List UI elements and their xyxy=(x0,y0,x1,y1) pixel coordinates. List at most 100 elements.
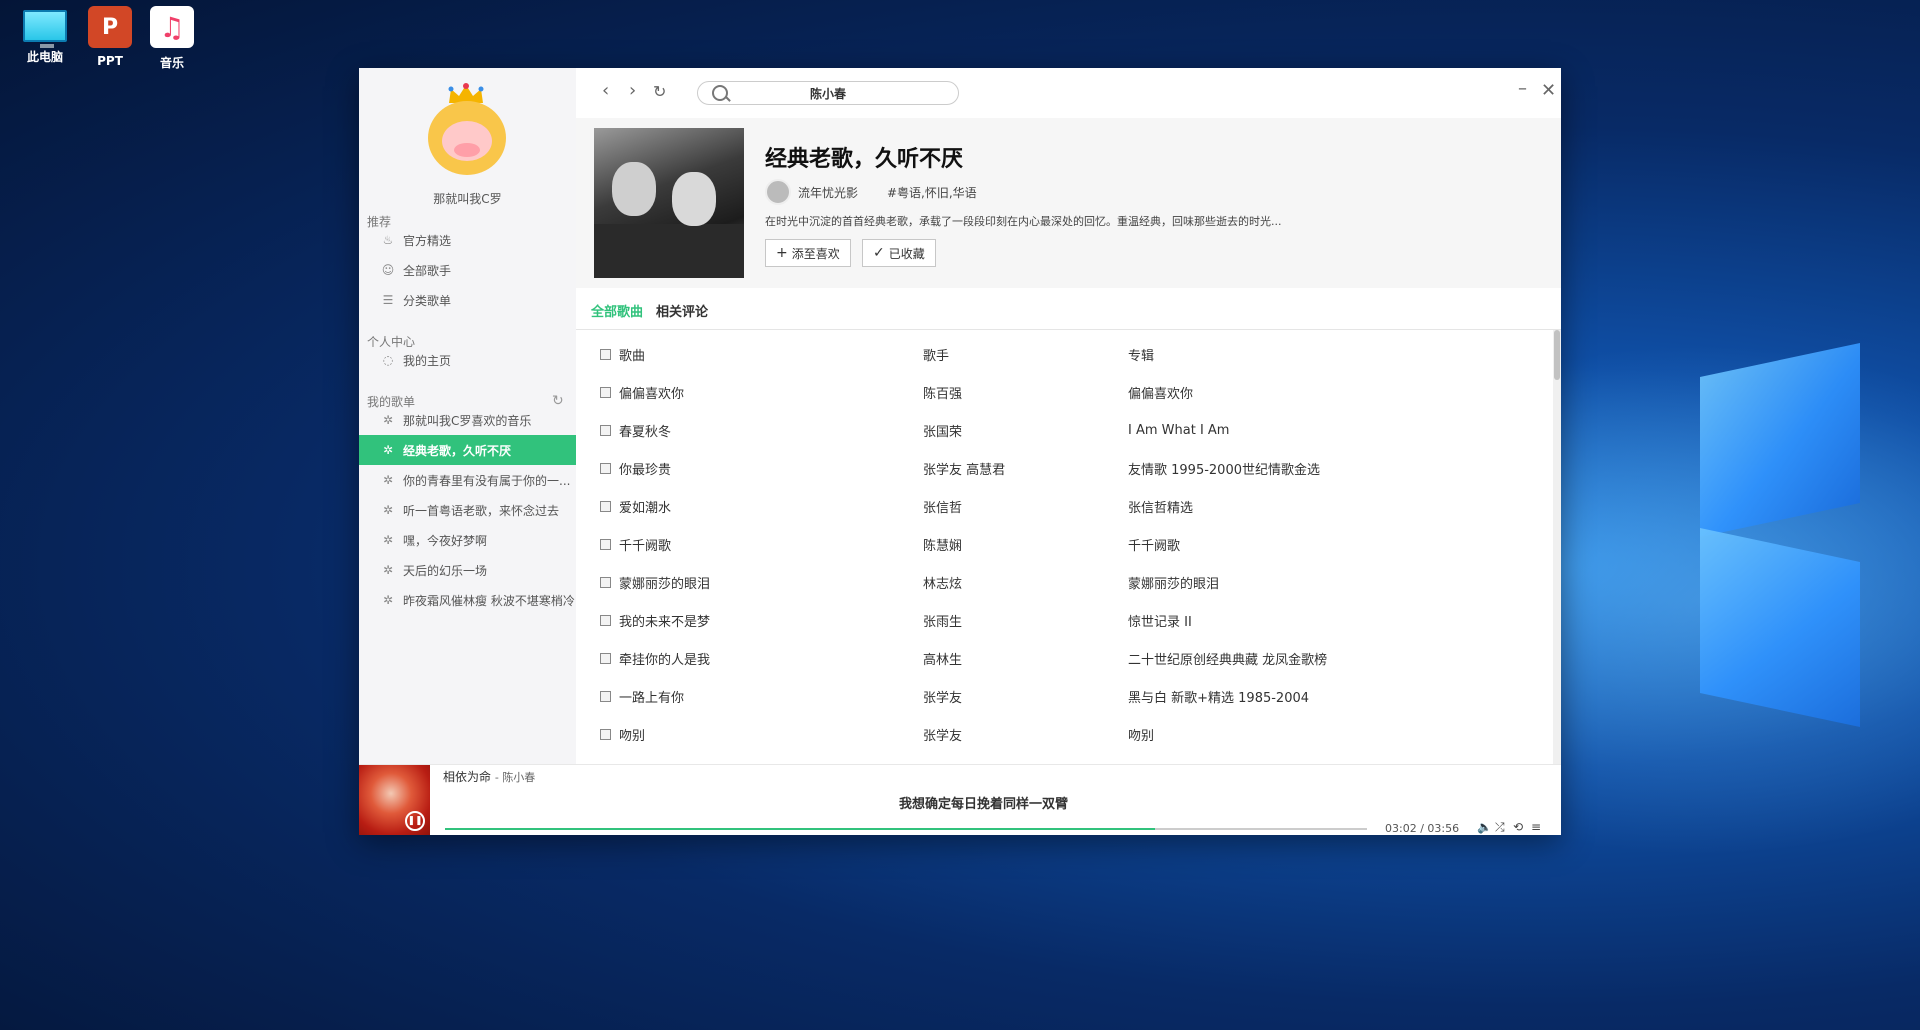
repeat-icon[interactable]: ⟲ xyxy=(1513,820,1523,834)
row-checkbox[interactable] xyxy=(600,386,611,398)
sidebar-item-categories[interactable]: ☰ 分类歌单 xyxy=(359,285,576,315)
row-checkbox[interactable] xyxy=(600,652,611,664)
table-row[interactable]: 春夏秋冬 张国荣 I Am What I Am xyxy=(576,411,1551,449)
artist-cell[interactable]: 张学友 xyxy=(923,687,962,706)
row-checkbox[interactable] xyxy=(600,614,611,626)
progress-bar[interactable] xyxy=(445,828,1367,830)
artist-cell[interactable]: 高林生 xyxy=(923,649,962,668)
row-checkbox[interactable] xyxy=(600,538,611,550)
artist-cell[interactable]: 张学友 高慧君 xyxy=(923,459,1005,478)
song-title-cell[interactable]: 吻别 xyxy=(619,725,645,744)
table-row[interactable]: 吻别 张学友 吻别 xyxy=(576,715,1551,753)
playlist-menu-icon[interactable]: ≡ xyxy=(1531,820,1541,834)
song-title-cell[interactable]: 爱如潮水 xyxy=(619,497,671,516)
progress-fill xyxy=(445,828,1155,830)
pause-icon[interactable]: ❚❚ xyxy=(405,811,425,831)
song-title-cell[interactable]: 蒙娜丽莎的眼泪 xyxy=(619,573,710,592)
sidebar-item-playlist[interactable]: ✲ 听一首粤语老歌，来怀念过去 xyxy=(359,495,576,525)
search-input[interactable] xyxy=(728,86,928,100)
now-playing-artist[interactable]: 陈小春 xyxy=(502,771,535,784)
album-cell[interactable]: 友情歌 1995-2000世纪情歌金选 xyxy=(1128,459,1320,478)
table-row[interactable]: 爱如潮水 张信哲 张信哲精选 xyxy=(576,487,1551,525)
sidebar-item-playlist[interactable]: ✲ 天后的幻乐一场 xyxy=(359,555,576,585)
sidebar-item-my-home[interactable]: ◌ 我的主页 xyxy=(359,345,576,375)
artist-cell[interactable]: 林志炫 xyxy=(923,573,962,592)
song-title-cell[interactable]: 一路上有你 xyxy=(619,687,684,706)
add-favorite-label: 添至喜欢 xyxy=(791,246,840,261)
row-checkbox[interactable] xyxy=(600,576,611,588)
sidebar-item-playlist[interactable]: ✲ 你的青春里有没有属于你的一... xyxy=(359,465,576,495)
collected-label: 已收藏 xyxy=(888,246,925,261)
forward-icon[interactable]: › xyxy=(629,80,636,101)
artist-cell[interactable]: 张雨生 xyxy=(923,611,962,630)
row-checkbox[interactable] xyxy=(600,728,611,740)
add-favorite-button[interactable]: + 添至喜欢 xyxy=(765,239,851,267)
select-all-checkbox[interactable] xyxy=(600,348,611,360)
volume-icon[interactable]: 🔈 xyxy=(1477,820,1492,834)
table-row[interactable]: 偏偏喜欢你 陈百强 偏偏喜欢你 xyxy=(576,373,1551,411)
artist-cell[interactable]: 张国荣 xyxy=(923,421,962,440)
table-row[interactable]: 蒙娜丽莎的眼泪 林志炫 蒙娜丽莎的眼泪 xyxy=(576,563,1551,601)
album-cell[interactable]: 偏偏喜欢你 xyxy=(1128,383,1193,402)
song-title-cell[interactable]: 千千阙歌 xyxy=(619,535,671,554)
desktop-icon-ppt[interactable]: P PPT xyxy=(80,6,140,68)
scrollbar-thumb[interactable] xyxy=(1554,330,1560,380)
column-header-song[interactable]: 歌曲 xyxy=(619,345,645,364)
desktop-icon-computer[interactable]: 此电脑 xyxy=(15,6,75,65)
collected-button[interactable]: ✓ 已收藏 xyxy=(862,239,936,267)
artist-cell[interactable]: 陈慧娴 xyxy=(923,535,962,554)
desktop-icon-music[interactable]: ♫ 音乐 xyxy=(142,6,202,71)
sidebar-item-playlist[interactable]: ✲ 昨夜霜风催林瘦 秋波不堪寒梢冷 xyxy=(359,585,576,615)
playlist-icon: ✲ xyxy=(382,563,394,577)
creator-name[interactable]: 流年忧光影 xyxy=(798,184,858,201)
row-checkbox[interactable] xyxy=(600,462,611,474)
tab-all-songs[interactable]: 全部歌曲 xyxy=(591,301,643,320)
sidebar-item-playlist-active[interactable]: ✲ 经典老歌，久听不厌 xyxy=(359,435,576,465)
sidebar-item-playlist[interactable]: ✲ 嘿，今夜好梦啊 xyxy=(359,525,576,555)
table-row[interactable]: 千千阙歌 陈慧娴 千千阙歌 xyxy=(576,525,1551,563)
reload-icon[interactable]: ↻ xyxy=(653,82,666,101)
sidebar-item-label: 那就叫我C罗喜欢的音乐 xyxy=(403,413,532,428)
table-row[interactable]: 我的未来不是梦 张雨生 惊世记录 II xyxy=(576,601,1551,639)
album-cell[interactable]: 二十世纪原创经典典藏 龙凤金歌榜 xyxy=(1128,649,1327,668)
avatar[interactable] xyxy=(428,83,506,175)
table-row[interactable]: 你最珍贵 张学友 高慧君 友情歌 1995-2000世纪情歌金选 xyxy=(576,449,1551,487)
album-cell[interactable]: 蒙娜丽莎的眼泪 xyxy=(1128,573,1219,592)
album-cell[interactable]: 惊世记录 II xyxy=(1128,611,1192,630)
table-row[interactable]: 一路上有你 张学友 黑与白 新歌+精选 1985-2004 xyxy=(576,677,1551,715)
column-header-artist[interactable]: 歌手 xyxy=(923,345,949,364)
row-checkbox[interactable] xyxy=(600,690,611,702)
tab-comments[interactable]: 相关评论 xyxy=(656,301,708,320)
artist-cell[interactable]: 陈百强 xyxy=(923,383,962,402)
sidebar-item-playlist[interactable]: ✲ 那就叫我C罗喜欢的音乐 xyxy=(359,405,576,435)
song-title-cell[interactable]: 你最珍贵 xyxy=(619,459,671,478)
column-header-album[interactable]: 专辑 xyxy=(1128,345,1154,364)
song-title-cell[interactable]: 偏偏喜欢你 xyxy=(619,383,684,402)
search-box[interactable] xyxy=(697,81,959,105)
song-title-cell[interactable]: 牵挂你的人是我 xyxy=(619,649,710,668)
album-cell[interactable]: I Am What I Am xyxy=(1128,423,1229,438)
row-checkbox[interactable] xyxy=(600,424,611,436)
album-cell[interactable]: 黑与白 新歌+精选 1985-2004 xyxy=(1128,687,1309,706)
top-bar: ‹ › ↻ – ✕ xyxy=(576,68,1561,118)
creator-avatar[interactable] xyxy=(765,179,791,205)
shuffle-icon[interactable]: ⤮ xyxy=(1495,820,1505,835)
user-name[interactable]: 那就叫我C罗 xyxy=(359,190,576,207)
artist-cell[interactable]: 张学友 xyxy=(923,725,962,744)
artist-cell[interactable]: 张信哲 xyxy=(923,497,962,516)
sidebar-item-label: 你的青春里有没有属于你的一... xyxy=(403,473,571,488)
table-row[interactable]: 牵挂你的人是我 高林生 二十世纪原创经典典藏 龙凤金歌榜 xyxy=(576,639,1551,677)
song-title-cell[interactable]: 春夏秋冬 xyxy=(619,421,671,440)
song-list-scrollbar[interactable] xyxy=(1553,330,1561,764)
album-cell[interactable]: 千千阙歌 xyxy=(1128,535,1180,554)
sidebar-item-all-artists[interactable]: ☺ 全部歌手 xyxy=(359,255,576,285)
minimize-icon[interactable]: – xyxy=(1518,78,1527,99)
album-cell[interactable]: 张信哲精选 xyxy=(1128,497,1193,516)
song-title-cell[interactable]: 我的未来不是梦 xyxy=(619,611,710,630)
close-icon[interactable]: ✕ xyxy=(1541,80,1556,101)
sidebar-item-official-picks[interactable]: ♨ 官方精选 xyxy=(359,225,576,255)
row-checkbox[interactable] xyxy=(600,500,611,512)
back-icon[interactable]: ‹ xyxy=(602,80,609,101)
album-cell[interactable]: 吻别 xyxy=(1128,725,1154,744)
now-playing-cover[interactable]: ❚❚ xyxy=(359,765,430,835)
